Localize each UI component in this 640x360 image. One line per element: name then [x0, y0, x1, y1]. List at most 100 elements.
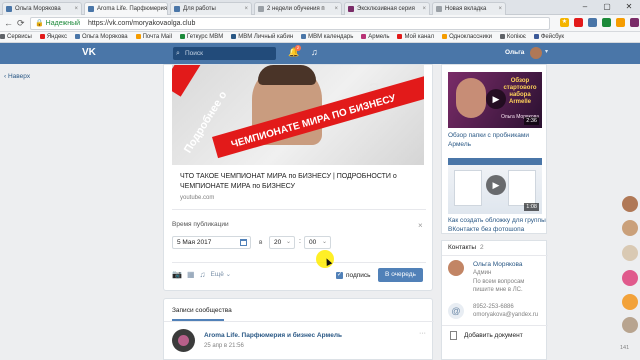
- facebook-icon: [533, 34, 539, 39]
- queue-button[interactable]: В очередь: [378, 268, 423, 282]
- browser-tab-active[interactable]: Aroma Life. Парфюмерия ×: [84, 2, 168, 15]
- bookmark-item[interactable]: Мой канал: [397, 32, 434, 42]
- bookmark-item[interactable]: Яндекс: [39, 32, 67, 42]
- post-date[interactable]: 25 апр в 21:56: [204, 343, 244, 349]
- bookmark-item[interactable]: Ольга Морякова: [74, 32, 128, 42]
- contact-phone: 8952-253-6886: [473, 304, 514, 310]
- close-window-icon[interactable]: ✕: [618, 0, 640, 14]
- close-tab-icon[interactable]: ×: [74, 3, 78, 15]
- star-icon[interactable]: ★: [560, 18, 569, 27]
- avatar[interactable]: [622, 245, 638, 261]
- close-tab-icon[interactable]: ×: [244, 3, 248, 15]
- bookmark-item[interactable]: Одноклассники: [442, 32, 492, 42]
- bookmark-item[interactable]: Фейсбук: [533, 32, 565, 42]
- date-picker[interactable]: 5 Мая 2017: [172, 236, 251, 249]
- signature-checkbox[interactable]: ✓: [336, 272, 343, 279]
- maximize-icon[interactable]: ▢: [596, 0, 618, 14]
- back-arrow-icon[interactable]: ←: [4, 18, 13, 28]
- avatar[interactable]: [622, 196, 638, 212]
- music-icon[interactable]: ♫: [311, 47, 318, 57]
- bookmark-item[interactable]: Копіює: [499, 32, 526, 42]
- extension-icon[interactable]: [574, 18, 583, 27]
- bookmark-item[interactable]: МВМ календарь: [301, 32, 353, 42]
- extension-icon[interactable]: [588, 18, 597, 27]
- bookmark-item[interactable]: Армель: [361, 32, 390, 42]
- browser-tab[interactable]: Для работы ×: [170, 2, 252, 15]
- extension-icon[interactable]: [616, 18, 625, 27]
- camera-icon[interactable]: 📷: [172, 270, 182, 280]
- contact-name[interactable]: Ольга Морякова: [473, 261, 523, 268]
- minute-value: 00: [309, 239, 317, 246]
- bookmark-item[interactable]: Сервисы: [0, 32, 32, 42]
- post-author[interactable]: Aroma Life. Парфюмерия и бизнес Армель: [204, 332, 342, 339]
- browser-tab[interactable]: 2 недели обучения п ×: [254, 2, 342, 15]
- link-title[interactable]: ЧТО ТАКОЕ ЧЕМПИОНАТ МИРА по БИЗНЕСУ | ПО…: [180, 172, 420, 192]
- browser-tab[interactable]: Новая вкладка ×: [432, 2, 506, 15]
- close-tab-icon[interactable]: ×: [334, 3, 338, 15]
- bookmark-item[interactable]: МВМ Личный кабин: [231, 32, 293, 42]
- close-tab-icon[interactable]: ×: [422, 3, 426, 15]
- minute-select[interactable]: 00 ⌄: [304, 236, 331, 249]
- scroll-top-link[interactable]: ‹ Наверх: [4, 73, 30, 80]
- contacts-title[interactable]: Контакты: [448, 244, 476, 251]
- close-tab-icon[interactable]: ×: [160, 3, 164, 15]
- screenshot-header: [448, 158, 542, 165]
- browser-tab[interactable]: Ольга Морякова ×: [2, 2, 82, 15]
- avatar[interactable]: [448, 260, 464, 276]
- contact-email[interactable]: omoryakova@yandex.ru: [473, 312, 538, 318]
- close-icon[interactable]: ×: [418, 221, 423, 230]
- bookmark-label: Яндекс: [46, 34, 67, 40]
- avatar[interactable]: [622, 220, 638, 236]
- browser-tab[interactable]: Эксклюзивная серия ×: [344, 2, 430, 15]
- tab-label: Новая вкладка: [445, 6, 487, 12]
- bookmark-item[interactable]: Почта Mail: [135, 32, 172, 42]
- bookmark-icon: [361, 34, 367, 39]
- notification-badge: 2: [295, 45, 301, 51]
- screenshot-card: [454, 170, 482, 206]
- contact-role: Админ: [473, 270, 492, 276]
- search-input[interactable]: ⌕ Поиск: [173, 47, 276, 60]
- reload-icon[interactable]: ⟳: [17, 18, 25, 28]
- apps-icon: [0, 34, 5, 39]
- more-dots-icon[interactable]: ···: [419, 330, 426, 337]
- video-thumbnail[interactable]: ▶ 1:08: [448, 158, 542, 214]
- community-avatar[interactable]: [172, 329, 195, 352]
- chevron-down-icon[interactable]: ▾: [545, 48, 548, 55]
- minimize-icon[interactable]: –: [574, 0, 596, 14]
- vk-favicon-icon: [88, 6, 94, 12]
- bookmark-label: Почта Mail: [142, 34, 172, 40]
- extension-icon[interactable]: [630, 18, 639, 27]
- video-duration: 1:08: [524, 203, 539, 211]
- more-attach-button[interactable]: Ещё ⌄: [211, 270, 232, 280]
- video-title[interactable]: Как создать обложку для группы ВКонтакте…: [448, 217, 546, 234]
- link-preview-image[interactable]: ati Подробнее о ЧЕМПИОНАТЕ МИРА ПО БИЗНЕ…: [172, 65, 424, 165]
- video-title[interactable]: Обзор папки с пробниками Армель: [448, 132, 546, 149]
- bookmark-icon: [499, 34, 505, 39]
- user-name[interactable]: Ольга: [505, 49, 524, 56]
- youtube-icon: [397, 34, 403, 39]
- extension-icon[interactable]: [602, 18, 611, 27]
- video-thumbnail[interactable]: Обзор стартового набора Armelle Ольга Мо…: [448, 72, 542, 128]
- avatar[interactable]: [622, 294, 638, 310]
- close-tab-icon[interactable]: ×: [498, 3, 502, 15]
- chevron-down-icon: ⌄: [321, 239, 327, 245]
- play-icon[interactable]: ▶: [486, 175, 506, 195]
- video-icon[interactable]: ▦: [187, 270, 195, 280]
- hour-select[interactable]: 20 ⌄: [269, 236, 295, 249]
- at-label: в: [259, 239, 263, 246]
- avatar[interactable]: [530, 47, 542, 59]
- bookmark-item[interactable]: Геткурс МВМ: [179, 32, 223, 42]
- bookmark-label: Фейсбук: [540, 34, 565, 40]
- yandex-icon: [39, 34, 45, 39]
- odnoklassniki-icon: [442, 34, 448, 39]
- avatar[interactable]: [622, 270, 638, 286]
- extension-icons: ★ ⋮: [560, 18, 640, 27]
- add-document-link[interactable]: Добавить документ: [464, 332, 523, 339]
- play-icon[interactable]: ▶: [486, 89, 506, 109]
- vk-logo-icon[interactable]: VK: [82, 47, 98, 59]
- tab-community-posts[interactable]: Записи сообщества: [172, 307, 232, 314]
- avatar[interactable]: [622, 317, 638, 333]
- music-icon[interactable]: ♫: [200, 270, 206, 280]
- chevron-down-icon: ⌄: [285, 239, 291, 245]
- url-input[interactable]: 🔒 Надежный https://vk.com/moryakovaolga.…: [30, 17, 550, 30]
